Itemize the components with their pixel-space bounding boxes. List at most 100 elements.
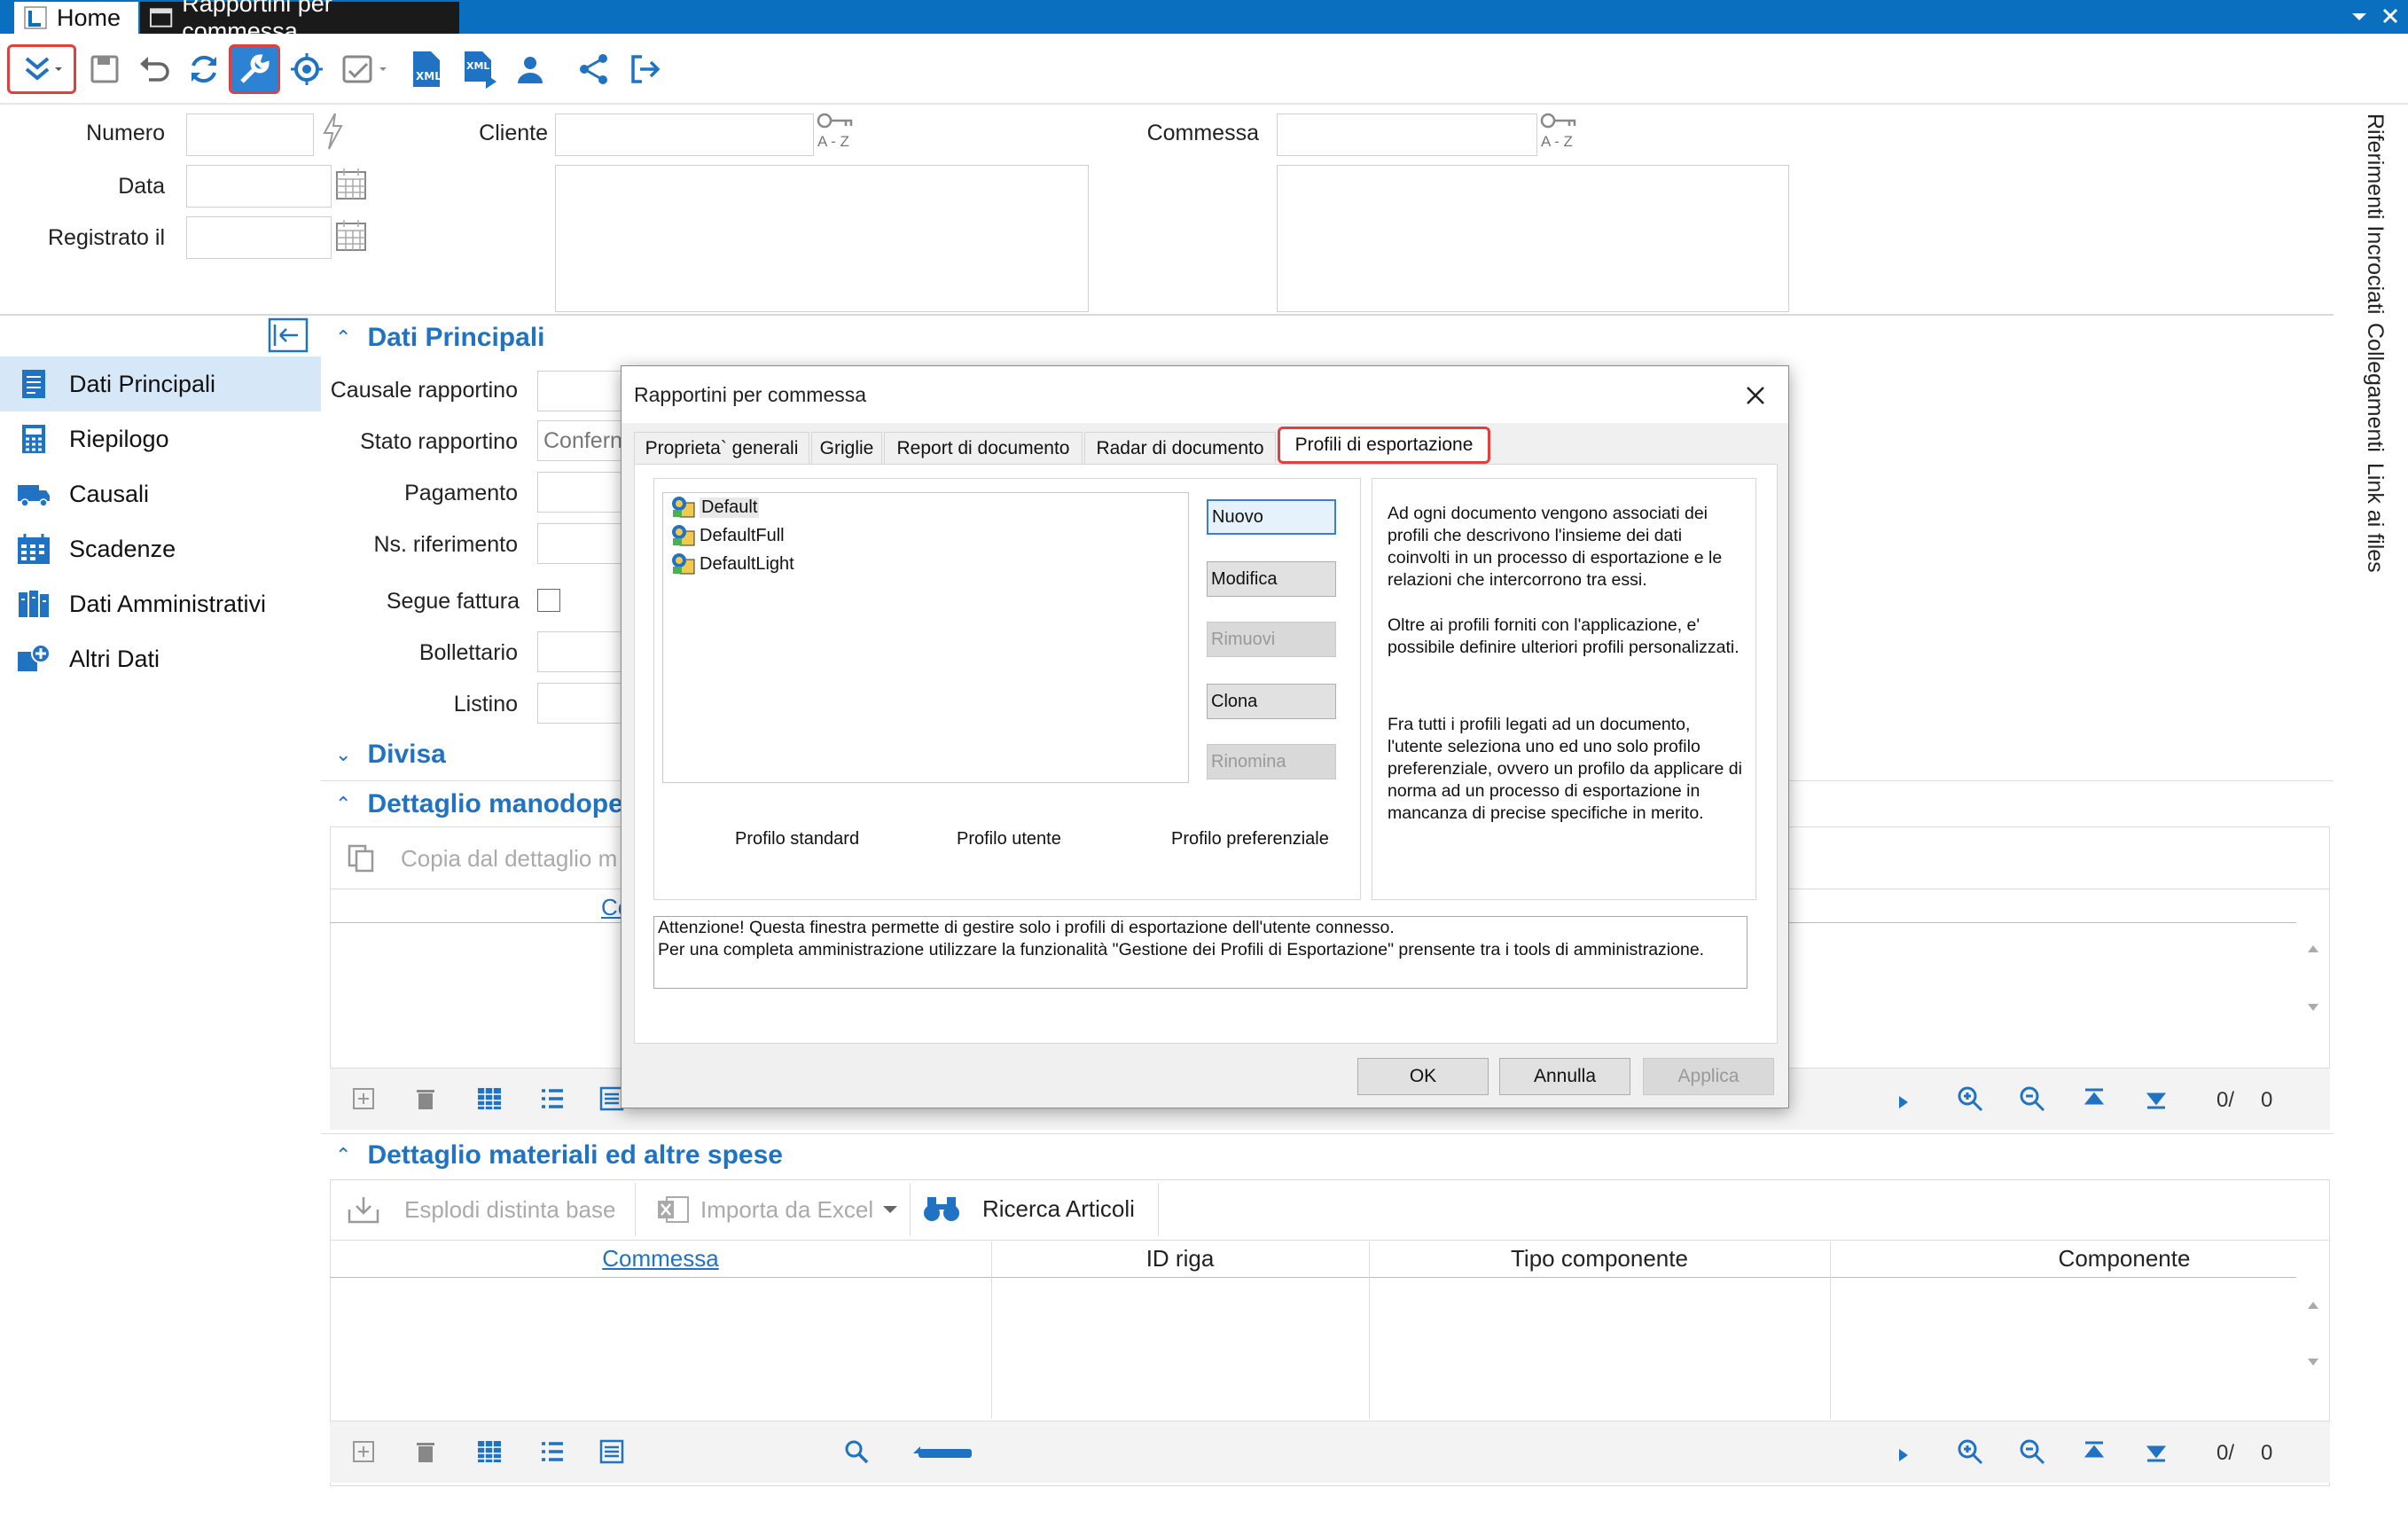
rinomina-button[interactable]: Rinomina	[1207, 744, 1336, 779]
nav-item-altri-dati[interactable]: Altri Dati	[0, 631, 321, 686]
applica-button[interactable]: Applica	[1643, 1058, 1774, 1095]
nav-item-riepilogo[interactable]: Riepilogo	[0, 411, 321, 466]
share-button[interactable]	[569, 44, 619, 94]
nav-item-scadenze[interactable]: Scadenze	[0, 521, 321, 576]
profile-item-defaultfull[interactable]: DefaultFull	[669, 522, 785, 549]
chevron-down-icon[interactable]	[2351, 11, 2367, 23]
play-icon[interactable]	[1897, 1448, 1910, 1462]
numero-input[interactable]	[186, 114, 314, 156]
grid-view-button[interactable]	[472, 1434, 507, 1469]
scroll-down-icon[interactable]	[2307, 1357, 2319, 1367]
dialog-close-icon[interactable]	[1746, 386, 1765, 405]
tab-rapportini[interactable]: Rapportini per commessa	[140, 0, 459, 44]
undo-button[interactable]	[129, 44, 179, 94]
esplodi-distinta-button[interactable]: Esplodi distinta base	[346, 1194, 615, 1226]
commessa-input[interactable]	[1277, 114, 1537, 156]
calendar-icon[interactable]	[333, 216, 369, 255]
pagamento-input[interactable]	[537, 472, 622, 513]
zoom-out-button[interactable]	[2014, 1434, 2050, 1469]
section-materiali[interactable]: ⌃ Dettaglio materiali ed altre spese	[335, 1140, 783, 1171]
delete-row-button[interactable]	[408, 1081, 443, 1116]
copia-dettaglio-button[interactable]: Copia dal dettaglio m	[346, 842, 617, 874]
commessa-memo[interactable]	[1277, 165, 1789, 312]
cliente-memo[interactable]	[555, 165, 1089, 312]
add-row-button[interactable]	[346, 1081, 381, 1116]
list-view-button[interactable]	[534, 1434, 569, 1469]
tools-button[interactable]	[229, 44, 280, 94]
zoom-out-button[interactable]	[2014, 1081, 2050, 1116]
nav-panel: Dati Principali Riepilogo Causali Scaden…	[0, 316, 321, 1486]
detail-view-button[interactable]	[594, 1434, 629, 1469]
col-header-id-riga[interactable]: ID riga	[991, 1245, 1369, 1272]
search-button[interactable]	[839, 1434, 874, 1469]
move-bottom-button[interactable]	[2138, 1081, 2174, 1116]
col-header-tipo-componente[interactable]: Tipo componente	[1369, 1245, 1830, 1272]
move-top-button[interactable]	[2076, 1434, 2112, 1469]
scroll-up-icon[interactable]	[2307, 1300, 2319, 1311]
profile-item-default[interactable]: Default	[669, 494, 760, 521]
col-header-componente[interactable]: Componente	[1830, 1245, 2408, 1272]
zoom-in-button[interactable]	[1952, 1081, 1988, 1116]
causale-input[interactable]	[537, 371, 622, 411]
locate-button[interactable]	[282, 44, 332, 94]
add-row-button[interactable]	[346, 1434, 381, 1469]
cliente-input[interactable]	[555, 114, 814, 156]
link-files-tab[interactable]: Link ai files	[2362, 463, 2388, 573]
importa-excel-button[interactable]: Importa da Excel	[656, 1194, 898, 1226]
col-header-commessa[interactable]: Commessa	[330, 1245, 991, 1272]
tab-proprieta-generali[interactable]: Proprieta` generali	[634, 432, 809, 464]
export-xml-button[interactable]: XML	[401, 44, 450, 94]
play-icon[interactable]	[1897, 1095, 1910, 1109]
clona-button[interactable]: Clona	[1207, 684, 1336, 719]
row-counter-total: 0	[2261, 1441, 2273, 1465]
riferimenti-incrociati-tab[interactable]: Riferimenti Incrociati	[2362, 114, 2388, 314]
profile-item-defaultlight[interactable]: DefaultLight	[669, 551, 794, 577]
registrato-input[interactable]	[186, 216, 332, 259]
scroll-up-icon[interactable]	[2307, 944, 2319, 954]
collegamenti-tab[interactable]: Collegamenti	[2362, 323, 2388, 452]
section-dati-principali[interactable]: ⌃ Dati Principali	[335, 323, 545, 353]
expand-menu-button[interactable]	[7, 44, 76, 94]
listino-input[interactable]	[537, 683, 622, 724]
list-view-button[interactable]	[534, 1081, 569, 1116]
modifica-button[interactable]: Modifica	[1207, 561, 1336, 597]
zoom-in-button[interactable]	[1952, 1434, 1988, 1469]
nav-item-dati-amministrativi[interactable]: Dati Amministrativi	[0, 576, 321, 631]
section-divisa[interactable]: ⌄ Divisa	[335, 740, 446, 770]
nav-item-dati-principali[interactable]: Dati Principali	[0, 356, 321, 411]
move-top-button[interactable]	[2076, 1081, 2112, 1116]
segue-fattura-checkbox[interactable]	[537, 589, 560, 612]
lightning-icon[interactable]	[321, 112, 344, 151]
nuovo-button[interactable]: Nuovo	[1207, 499, 1336, 535]
nsrif-input[interactable]	[537, 523, 622, 564]
wrench-icon	[240, 54, 270, 83]
export-xml-play-button[interactable]: XML	[456, 44, 505, 94]
tab-radar-documento[interactable]: Radar di documento	[1084, 432, 1276, 464]
data-input[interactable]	[186, 165, 332, 208]
nav-item-causali[interactable]: Causali	[0, 466, 321, 521]
close-icon[interactable]	[2381, 7, 2399, 25]
annulla-button[interactable]: Annulla	[1499, 1058, 1630, 1095]
stato-input[interactable]: Confern	[537, 420, 622, 461]
scroll-down-icon[interactable]	[2307, 1002, 2319, 1013]
rimuovi-button[interactable]: Rimuovi	[1207, 622, 1336, 657]
bollettario-input[interactable]	[537, 631, 622, 672]
print-button[interactable]	[333, 44, 397, 94]
horizontal-scrollbar[interactable]	[911, 1445, 973, 1462]
calendar-icon[interactable]	[333, 165, 369, 204]
tab-profili-esportazione[interactable]: Profili di esportazione	[1278, 427, 1490, 464]
grid-view-button[interactable]	[472, 1081, 507, 1116]
move-bottom-button[interactable]	[2138, 1434, 2174, 1469]
tab-griglie[interactable]: Griglie	[811, 432, 882, 464]
user-button[interactable]	[505, 44, 555, 94]
section-manodopera[interactable]: ⌃ Dettaglio manodopera	[335, 789, 648, 819]
ricerca-articoli-button[interactable]: Ricerca Articoli	[922, 1194, 1135, 1224]
collapse-panel-icon[interactable]	[268, 317, 309, 353]
delete-row-button[interactable]	[408, 1434, 443, 1469]
tab-report-documento[interactable]: Report di documento	[884, 432, 1083, 464]
refresh-button[interactable]	[179, 44, 229, 94]
save-button[interactable]	[80, 44, 129, 94]
exit-button[interactable]	[621, 44, 670, 94]
tab-home[interactable]: Home	[14, 2, 138, 34]
ok-button[interactable]: OK	[1357, 1058, 1489, 1095]
